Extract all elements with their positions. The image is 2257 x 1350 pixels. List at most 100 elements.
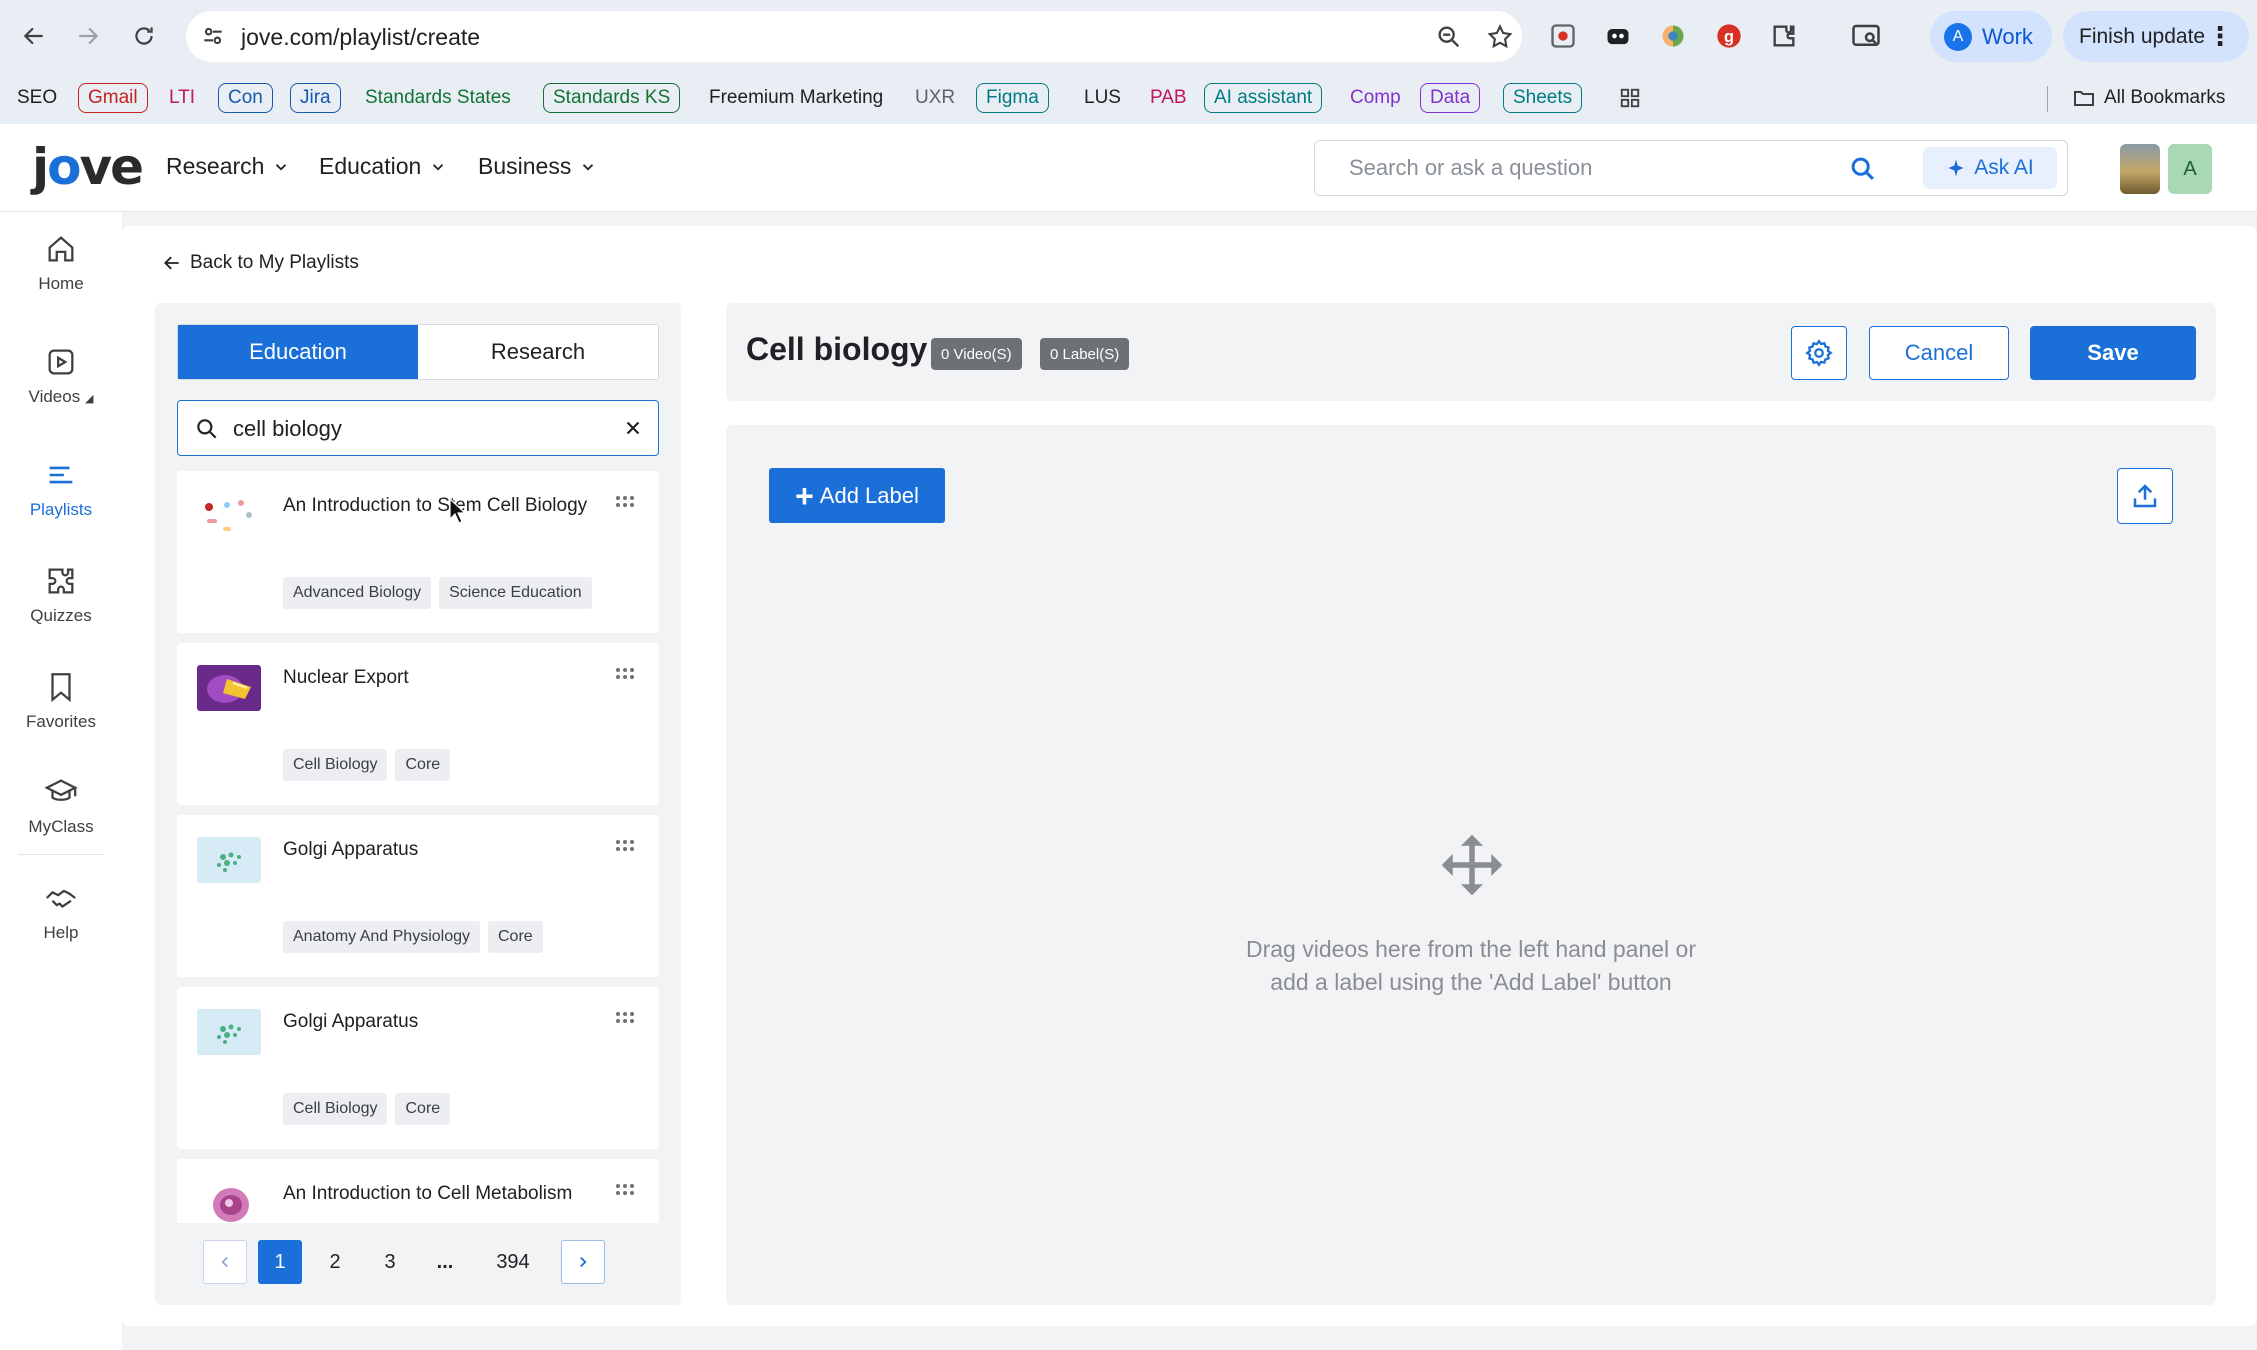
clear-search-icon[interactable] bbox=[622, 417, 644, 439]
video-tag: Core bbox=[395, 749, 451, 781]
apps-grid-icon[interactable] bbox=[1610, 83, 1650, 113]
site-search-input[interactable]: Search or ask a question Ask AI bbox=[1314, 140, 2068, 196]
search-icon[interactable] bbox=[1849, 155, 1877, 183]
rail-divider bbox=[18, 854, 104, 855]
address-bar[interactable]: jove.com/playlist/create bbox=[186, 11, 1522, 62]
empty-state-line-1: Drag videos here from the left hand pane… bbox=[1245, 936, 1697, 962]
bookmark-item[interactable]: AI assistant bbox=[1204, 83, 1323, 113]
drag-handle-icon[interactable] bbox=[615, 495, 635, 509]
bookmarks-bar: SEO Gmail LTI Con Jira Standards States Standa… bbox=[0, 74, 2257, 124]
rail-item-myclass[interactable]: MyClass bbox=[0, 775, 122, 837]
rail-item-quizzes[interactable]: Quizzes bbox=[0, 564, 122, 626]
video-card[interactable]: An Introduction to Cell Metabolism bbox=[177, 1159, 659, 1223]
video-title[interactable]: Golgi Apparatus bbox=[283, 839, 418, 861]
puzzle-extensions-icon[interactable] bbox=[1768, 20, 1800, 52]
bookmark-item[interactable]: LTI bbox=[160, 83, 204, 113]
playlist-drop-zone[interactable]: + Add Label Drag videos here from the le… bbox=[726, 425, 2216, 1305]
rail-item-videos[interactable]: Videos ◢ bbox=[0, 345, 122, 407]
nav-research[interactable]: Research bbox=[166, 153, 290, 180]
video-card[interactable]: Golgi Apparatus Anatomy And Physiology C… bbox=[177, 815, 659, 977]
bookmark-item[interactable]: Figma bbox=[976, 83, 1049, 113]
video-title[interactable]: An Introduction to Cell Metabolism bbox=[283, 1183, 572, 1205]
site-header: jove Research Education Business Search … bbox=[0, 124, 2257, 212]
video-tag: Cell Biology bbox=[283, 1093, 388, 1125]
screenshot-extension-icon[interactable] bbox=[1547, 20, 1579, 52]
page-1[interactable]: 1 bbox=[258, 1240, 302, 1284]
user-initial-avatar[interactable]: A bbox=[2168, 144, 2212, 194]
user-photo-avatar[interactable] bbox=[2120, 144, 2160, 194]
video-icon bbox=[48, 349, 74, 375]
video-tags: Cell Biology Core bbox=[283, 749, 451, 781]
rail-item-playlists[interactable]: Playlists bbox=[0, 458, 122, 520]
add-label-button[interactable]: + Add Label bbox=[769, 468, 945, 523]
search-icon bbox=[197, 419, 217, 439]
more-menu-icon[interactable]: ⋮ bbox=[2207, 21, 2233, 52]
tab-education[interactable]: Education bbox=[178, 325, 418, 379]
all-bookmarks-button[interactable]: All Bookmarks bbox=[2072, 83, 2225, 113]
nav-education[interactable]: Education bbox=[319, 153, 447, 180]
drag-handle-icon[interactable] bbox=[615, 1183, 635, 1197]
bookmark-item[interactable]: PAB bbox=[1141, 83, 1196, 113]
video-tag: Core bbox=[488, 921, 543, 953]
finish-update-button[interactable]: Finish update ⋮ bbox=[2063, 11, 2249, 62]
bookmark-item[interactable]: Freemium Marketing bbox=[700, 83, 892, 113]
video-card[interactable]: Nuclear Export Cell Biology Core bbox=[177, 643, 659, 805]
video-card[interactable]: An Introduction to Stem Cell Biology Adv… bbox=[177, 471, 659, 633]
sparkle-icon bbox=[1948, 159, 1964, 177]
cancel-button[interactable]: Cancel bbox=[1869, 326, 2009, 380]
video-results-list: An Introduction to Stem Cell Biology Adv… bbox=[177, 471, 659, 1223]
page-2[interactable]: 2 bbox=[313, 1240, 357, 1284]
bookmark-item[interactable]: SEO bbox=[8, 83, 66, 113]
arrow-left-icon bbox=[164, 256, 179, 270]
back-arrow-icon[interactable] bbox=[14, 16, 54, 56]
bookmark-item[interactable]: LUS bbox=[1075, 83, 1130, 113]
settings-button[interactable] bbox=[1791, 326, 1847, 380]
bookmark-item[interactable]: Standards KS bbox=[543, 83, 681, 113]
ask-ai-button[interactable]: Ask AI bbox=[1923, 147, 2057, 189]
prev-page-button[interactable] bbox=[203, 1240, 247, 1284]
nav-business[interactable]: Business bbox=[478, 153, 597, 180]
bookmark-item[interactable]: Data bbox=[1420, 83, 1481, 113]
bookmark-item[interactable]: Sheets bbox=[1503, 83, 1583, 113]
video-title[interactable]: An Introduction to Stem Cell Biology bbox=[283, 495, 587, 517]
search-value[interactable]: cell biology bbox=[233, 416, 342, 442]
tab-research[interactable]: Research bbox=[418, 325, 658, 379]
drag-handle-icon[interactable] bbox=[615, 839, 635, 853]
profile-button[interactable]: A Work bbox=[1930, 11, 2052, 62]
bookmark-item[interactable]: UXR bbox=[906, 83, 964, 113]
reload-icon[interactable] bbox=[124, 16, 164, 56]
video-title[interactable]: Golgi Apparatus bbox=[283, 1011, 418, 1033]
page-394[interactable]: 394 bbox=[483, 1240, 543, 1284]
url-text[interactable]: jove.com/playlist/create bbox=[241, 24, 480, 51]
next-page-button[interactable] bbox=[561, 1240, 605, 1284]
tab-search-icon[interactable] bbox=[1850, 20, 1882, 52]
rail-item-favorites[interactable]: Favorites bbox=[0, 670, 122, 732]
forward-arrow-icon[interactable] bbox=[68, 16, 108, 56]
video-search-input[interactable]: cell biology bbox=[177, 400, 659, 456]
bookmark-item[interactable]: Con bbox=[218, 83, 273, 113]
site-settings-icon[interactable] bbox=[200, 23, 226, 49]
video-title[interactable]: Nuclear Export bbox=[283, 667, 409, 689]
page-3[interactable]: 3 bbox=[368, 1240, 412, 1284]
playlist-title[interactable]: Cell biology bbox=[746, 331, 927, 368]
drag-handle-icon[interactable] bbox=[615, 1011, 635, 1025]
rail-item-help[interactable]: Help bbox=[0, 881, 122, 943]
upload-icon bbox=[2133, 484, 2157, 508]
browser-toolbar: jove.com/playlist/create g A Work Finish… bbox=[0, 0, 2257, 74]
bookmark-item[interactable]: Jira bbox=[290, 83, 341, 113]
bookmark-item[interactable]: Comp bbox=[1341, 83, 1410, 113]
export-button[interactable] bbox=[2117, 468, 2173, 524]
save-button[interactable]: Save bbox=[2030, 326, 2196, 380]
bookmark-item[interactable]: Standards States bbox=[356, 83, 520, 113]
bookmark-item[interactable]: Gmail bbox=[78, 83, 148, 113]
zoom-icon[interactable] bbox=[1435, 23, 1463, 51]
rail-item-home[interactable]: Home bbox=[0, 232, 122, 294]
jove-logo[interactable]: jove bbox=[32, 138, 144, 196]
extension-icon[interactable] bbox=[1602, 20, 1634, 52]
grammarly-icon[interactable]: g bbox=[1713, 20, 1745, 52]
color-extension-icon[interactable] bbox=[1657, 20, 1689, 52]
back-to-playlists-link[interactable]: Back to My Playlists bbox=[162, 252, 359, 274]
star-icon[interactable] bbox=[1486, 23, 1514, 51]
drag-handle-icon[interactable] bbox=[615, 667, 635, 681]
video-card[interactable]: Golgi Apparatus Cell Biology Core bbox=[177, 987, 659, 1149]
